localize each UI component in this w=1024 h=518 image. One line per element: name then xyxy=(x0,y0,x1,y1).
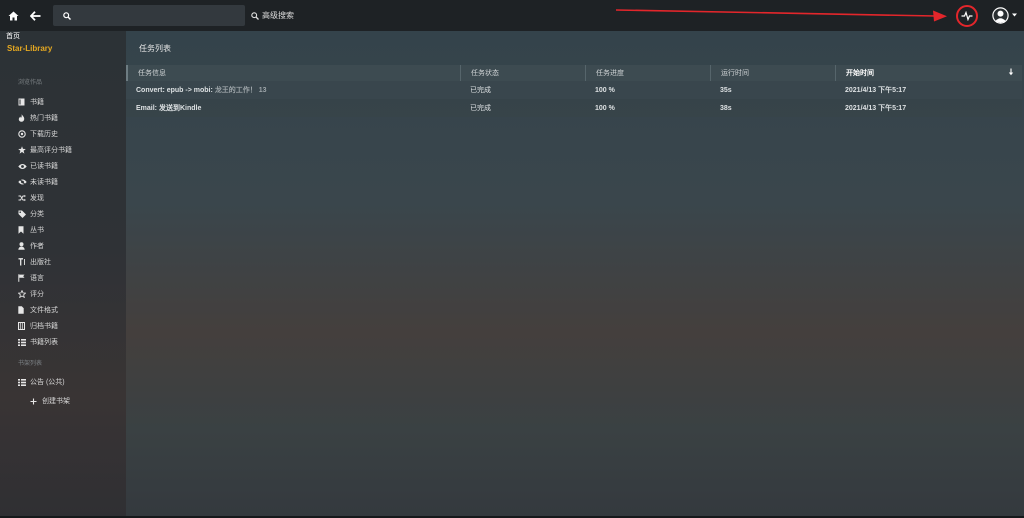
tasks-table: 任务信息 任务状态 任务进度 运行时间 开始时间 Convert: epub -… xyxy=(126,65,1022,117)
sidebar-item-archived[interactable]: 归档书籍 xyxy=(18,320,58,332)
table-header: 任务信息 任务状态 任务进度 运行时间 开始时间 xyxy=(126,65,1022,81)
file-icon xyxy=(18,306,30,314)
table-row: Convert: epub -> mobi: 龙王的工作！ 13 已完成 100… xyxy=(126,81,1022,99)
fire-icon xyxy=(18,114,30,122)
search-box[interactable] xyxy=(53,5,245,26)
user-menu-button[interactable] xyxy=(992,6,1017,24)
sidebar-item-categories[interactable]: 分类 xyxy=(18,208,44,220)
task-status-cell: 已完成 xyxy=(470,105,491,112)
task-start-cell: 2021/4/13 下午5:17 xyxy=(845,105,907,112)
home-tooltip: 首页 xyxy=(6,33,20,40)
sort-descending-icon xyxy=(1008,68,1014,76)
create-shelf-link[interactable]: 创建书架 xyxy=(30,395,70,407)
column-header-task-status[interactable]: 任务状态 xyxy=(460,65,585,81)
arrow-left-icon xyxy=(29,10,40,21)
book-icon xyxy=(18,98,30,106)
sidebar-item-languages[interactable]: 语言 xyxy=(18,272,44,284)
sidebar-item-read-books[interactable]: 已读书籍 xyxy=(18,160,58,172)
search-icon xyxy=(63,11,71,20)
user-avatar-icon xyxy=(992,6,1009,24)
task-runtime-cell: 35s xyxy=(720,86,732,94)
sidebar-item-authors[interactable]: 作者 xyxy=(18,240,44,252)
eye-slash-icon xyxy=(18,178,30,186)
search-input[interactable] xyxy=(77,11,245,20)
annotation-arrow xyxy=(615,9,947,22)
star-icon xyxy=(18,146,30,154)
plus-icon xyxy=(30,398,42,405)
sidebar-item-download-history[interactable]: 下载历史 xyxy=(18,128,58,140)
list-icon xyxy=(18,378,30,386)
task-status-cell: 已完成 xyxy=(470,87,491,94)
star-outline-icon xyxy=(18,290,30,298)
task-start-cell: 2021/4/13 下午5:17 xyxy=(845,87,907,94)
home-button[interactable] xyxy=(2,0,24,31)
sidebar-item-ratings[interactable]: 评分 xyxy=(18,288,44,300)
search-icon xyxy=(251,11,259,20)
list-icon xyxy=(18,338,30,346)
sidebar-item-series[interactable]: 丛书 xyxy=(18,224,44,236)
archive-icon xyxy=(18,322,30,330)
sidebar-item-hot-books[interactable]: 热门书籍 xyxy=(18,112,58,124)
top-navbar: 高级搜索 xyxy=(0,0,1024,31)
table-row: Email: 发送到Kindle 已完成 100 % 38s 2021/4/13… xyxy=(126,99,1022,117)
sidebar-item-publishers[interactable]: 出版社 xyxy=(18,256,51,268)
brand-link[interactable]: Star-Library xyxy=(7,44,52,53)
task-info-cell: Convert: epub -> mobi: 龙王的工作！ 13 xyxy=(136,86,267,95)
chevron-down-icon xyxy=(1012,13,1017,17)
advanced-search-label: 高级搜索 xyxy=(262,11,294,20)
sidebar: 首页 Star-Library 浏览作品 书籍 热门书籍 下载历史 最高评分书籍… xyxy=(0,31,126,518)
task-info-cell: Email: 发送到Kindle xyxy=(136,105,202,112)
flag-icon xyxy=(18,274,30,282)
shelves-section-label: 书架列表 xyxy=(18,361,43,367)
advanced-search-link[interactable]: 高级搜索 xyxy=(251,10,294,21)
sidebar-item-top-rated[interactable]: 最高评分书籍 xyxy=(18,144,72,156)
activity-pulse-icon xyxy=(961,11,973,21)
shuffle-icon xyxy=(18,194,30,202)
task-progress-cell: 100 % xyxy=(595,104,615,112)
download-history-icon xyxy=(18,130,30,138)
back-button[interactable] xyxy=(24,0,46,31)
task-progress-cell: 100 % xyxy=(595,86,615,94)
tasks-button[interactable] xyxy=(956,5,978,27)
sidebar-item-discover[interactable]: 发现 xyxy=(18,192,44,204)
text-height-icon xyxy=(18,258,30,266)
sidebar-item-books[interactable]: 书籍 xyxy=(18,96,44,108)
task-runtime-cell: 38s xyxy=(720,104,732,112)
tags-icon xyxy=(18,210,30,218)
column-header-start-time[interactable]: 开始时间 xyxy=(835,65,1022,81)
sidebar-item-book-list[interactable]: 书籍列表 xyxy=(18,336,58,348)
page-title: 任务列表 xyxy=(139,44,171,53)
browse-section-label: 浏览作品 xyxy=(18,80,43,86)
sidebar-item-file-formats[interactable]: 文件格式 xyxy=(18,304,58,316)
sidebar-item-shelf-public[interactable]: 公告 (公共) xyxy=(18,376,65,388)
sidebar-item-unread-books[interactable]: 未读书籍 xyxy=(18,176,58,188)
home-icon xyxy=(8,11,18,20)
column-header-runtime[interactable]: 运行时间 xyxy=(710,65,835,81)
eye-icon xyxy=(18,163,30,170)
column-header-task-info[interactable]: 任务信息 xyxy=(126,65,460,81)
main-content: 任务列表 任务信息 任务状态 任务进度 运行时间 开始时间 Convert: e… xyxy=(126,31,1024,518)
user-icon xyxy=(18,242,30,250)
bookmark-icon xyxy=(18,226,30,234)
column-header-task-progress[interactable]: 任务进度 xyxy=(585,65,710,81)
